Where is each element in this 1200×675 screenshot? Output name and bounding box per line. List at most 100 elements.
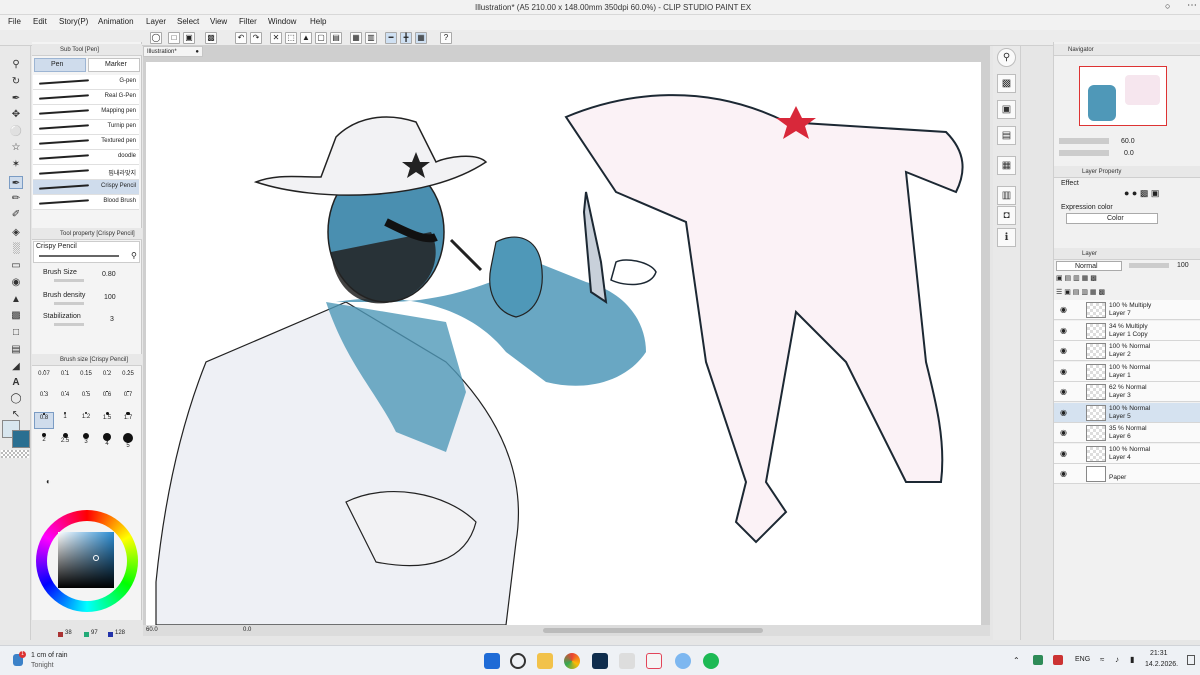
brush-size-preset[interactable]: 0.7 [118, 391, 138, 408]
layer-row[interactable]: ◉ 100 % Multiply Layer 7 [1054, 300, 1200, 320]
brush-item[interactable]: Textured pen [33, 135, 139, 150]
image-icon[interactable]: ▦ [997, 156, 1016, 175]
eraser-tool-icon[interactable]: ▭ [9, 259, 23, 272]
language-indicator[interactable]: ENG [1075, 656, 1090, 663]
layer-row[interactable]: ◉ Paper [1054, 464, 1200, 484]
stabilization-value[interactable]: 3 [110, 316, 114, 323]
battery-icon[interactable]: ▮ [1130, 655, 1134, 664]
snap-special-ruler-icon[interactable]: ╋ [400, 32, 412, 44]
menu-layer[interactable]: Layer [146, 17, 166, 26]
airbrush-tool-icon[interactable]: ◈ [9, 226, 23, 239]
balloon-tool-icon[interactable]: ◯ [9, 392, 23, 405]
tab-marker[interactable]: Marker [88, 58, 140, 72]
move-tool-icon[interactable]: ✥ [9, 108, 23, 121]
brush-item[interactable]: Blood Brush [33, 195, 139, 210]
select-tool-icon[interactable]: ⚪ [9, 125, 23, 138]
brush-size-preset[interactable]: 2 [34, 433, 54, 450]
layer-row[interactable]: ◉ 35 % Normal Layer 6 [1054, 423, 1200, 443]
clip-studio-icon[interactable]: ◯ [150, 32, 162, 44]
snap-ruler-icon[interactable]: ━ [385, 32, 397, 44]
deselect-icon[interactable]: ▢ [315, 32, 327, 44]
photoshop-icon[interactable] [592, 653, 608, 669]
text-tool-icon[interactable]: A [9, 376, 23, 389]
clock-date[interactable]: 14.2.2026. [1145, 661, 1178, 668]
brush-size-preset[interactable]: 1 [55, 412, 75, 429]
brush-size-preset[interactable]: 0.5 [76, 391, 96, 408]
brush-size-value[interactable]: 0.80 [102, 271, 116, 278]
brush-tool-icon[interactable]: ✐ [9, 208, 23, 221]
layer-action-icons[interactable]: ☰ ▣ ▤ ▥ ▦ ▩ [1056, 288, 1196, 298]
tab-pen[interactable]: Pen [34, 58, 86, 72]
eye-icon[interactable]: ◉ [1060, 387, 1067, 396]
stabilization-slider[interactable] [54, 323, 84, 326]
menu-filter[interactable]: Filter [239, 17, 257, 26]
menu-select[interactable]: Select [177, 17, 199, 26]
brush-item[interactable]: Turnip pen [33, 120, 139, 135]
layer-row[interactable]: ◉ 100 % Normal Layer 1 [1054, 361, 1200, 382]
brush-density-value[interactable]: 100 [104, 294, 116, 301]
crop-icon[interactable]: ▦ [350, 32, 362, 44]
eye-icon[interactable]: ◉ [1060, 367, 1067, 376]
auto-select-icon[interactable]: ✶ [9, 158, 23, 171]
menu-help[interactable]: Help [310, 17, 326, 26]
brush-size-preset[interactable]: 0.2 [97, 370, 117, 387]
snap-grid-icon[interactable]: ▦ [415, 32, 427, 44]
channel-b-value[interactable]: 128 [115, 630, 125, 636]
brush-size-preset[interactable]: 0.3 [34, 391, 54, 408]
ruler-tool-icon[interactable]: ◢ [9, 360, 23, 373]
navigator-angle[interactable]: 0.0 [1124, 150, 1134, 157]
pen-tool-icon[interactable]: ✒ [9, 176, 23, 189]
chrome-icon[interactable] [564, 653, 580, 669]
opacity-value[interactable]: 100 [1177, 262, 1189, 269]
notifications-icon[interactable] [1187, 655, 1195, 665]
chevron-up-icon[interactable]: ⌃ [1013, 656, 1020, 665]
color-picker-cursor[interactable] [93, 555, 99, 561]
expression-color-select[interactable]: Color [1066, 213, 1158, 224]
brush-item[interactable]: doodle [33, 150, 139, 165]
eye-icon[interactable]: ◉ [1060, 408, 1067, 417]
brush-item[interactable]: 핍내라맞지 [33, 165, 139, 180]
blend-mode-select[interactable]: Normal [1056, 261, 1122, 271]
layer-search-icon[interactable]: ▤ [997, 126, 1016, 145]
start-icon[interactable] [484, 653, 500, 669]
menu-view[interactable]: View [210, 17, 227, 26]
color-wheel-icon[interactable]: ◐ [46, 477, 51, 486]
brush-size-preset[interactable]: 5 [118, 433, 138, 450]
pencil-tool-icon[interactable]: ✏ [9, 192, 23, 205]
frame-tool-icon[interactable]: ▤ [9, 343, 23, 356]
navigator-icon[interactable]: ▥ [997, 186, 1016, 205]
zoom-tool-icon[interactable]: ⚲ [9, 58, 23, 71]
brush-size-preset[interactable]: 1.2 [76, 412, 96, 429]
horizontal-scrollbar[interactable] [543, 628, 763, 633]
brush-density-slider[interactable] [54, 302, 84, 305]
music-icon[interactable] [646, 653, 662, 669]
transparent-color-swatch[interactable] [1, 450, 29, 458]
file-explorer-icon[interactable] [537, 653, 553, 669]
brush-size-preset[interactable]: 0.4 [55, 391, 75, 408]
brush-size-preset[interactable]: 0.8 [34, 412, 54, 429]
brush-size-preset[interactable]: 0.15 [76, 370, 96, 387]
eye-icon[interactable]: ◉ [1060, 428, 1067, 437]
layer-property-icon[interactable]: ▣ [997, 100, 1016, 119]
save-icon[interactable]: ▩ [205, 32, 217, 44]
brush-item[interactable]: Mapping pen [33, 105, 139, 120]
search-icon[interactable]: ⚲ [997, 48, 1016, 67]
clear-icon[interactable]: ✕ [270, 32, 282, 44]
layer-tool-icons[interactable]: ▣ ▤ ▥ ▦ ▩ [1056, 274, 1196, 284]
layer-row[interactable]: ◉ 100 % Normal Layer 4 [1054, 443, 1200, 464]
layer-row[interactable]: ◉ 100 % Normal Layer 5 [1054, 402, 1200, 423]
close-icon[interactable]: ● [195, 47, 199, 57]
brush-size-preset[interactable]: 0.25 [118, 370, 138, 387]
brush-size-preset[interactable]: 3 [76, 433, 96, 450]
help-icon[interactable]: ? [440, 32, 452, 44]
eye-icon[interactable]: ◉ [1060, 449, 1067, 458]
brush-item[interactable]: G-pen [33, 75, 139, 90]
navigator-zoom[interactable]: 60.0 [1121, 138, 1135, 145]
brush-size-preset[interactable]: 0.1 [55, 370, 75, 387]
eye-icon[interactable]: ◉ [1060, 326, 1067, 335]
figure-tool-icon[interactable]: □ [9, 326, 23, 339]
eye-icon[interactable]: ◉ [1060, 469, 1067, 478]
weather-text[interactable]: 1 cm of rain [31, 652, 68, 659]
blend-tool-icon[interactable]: ◉ [9, 276, 23, 289]
info-icon[interactable]: ℹ [997, 228, 1016, 247]
